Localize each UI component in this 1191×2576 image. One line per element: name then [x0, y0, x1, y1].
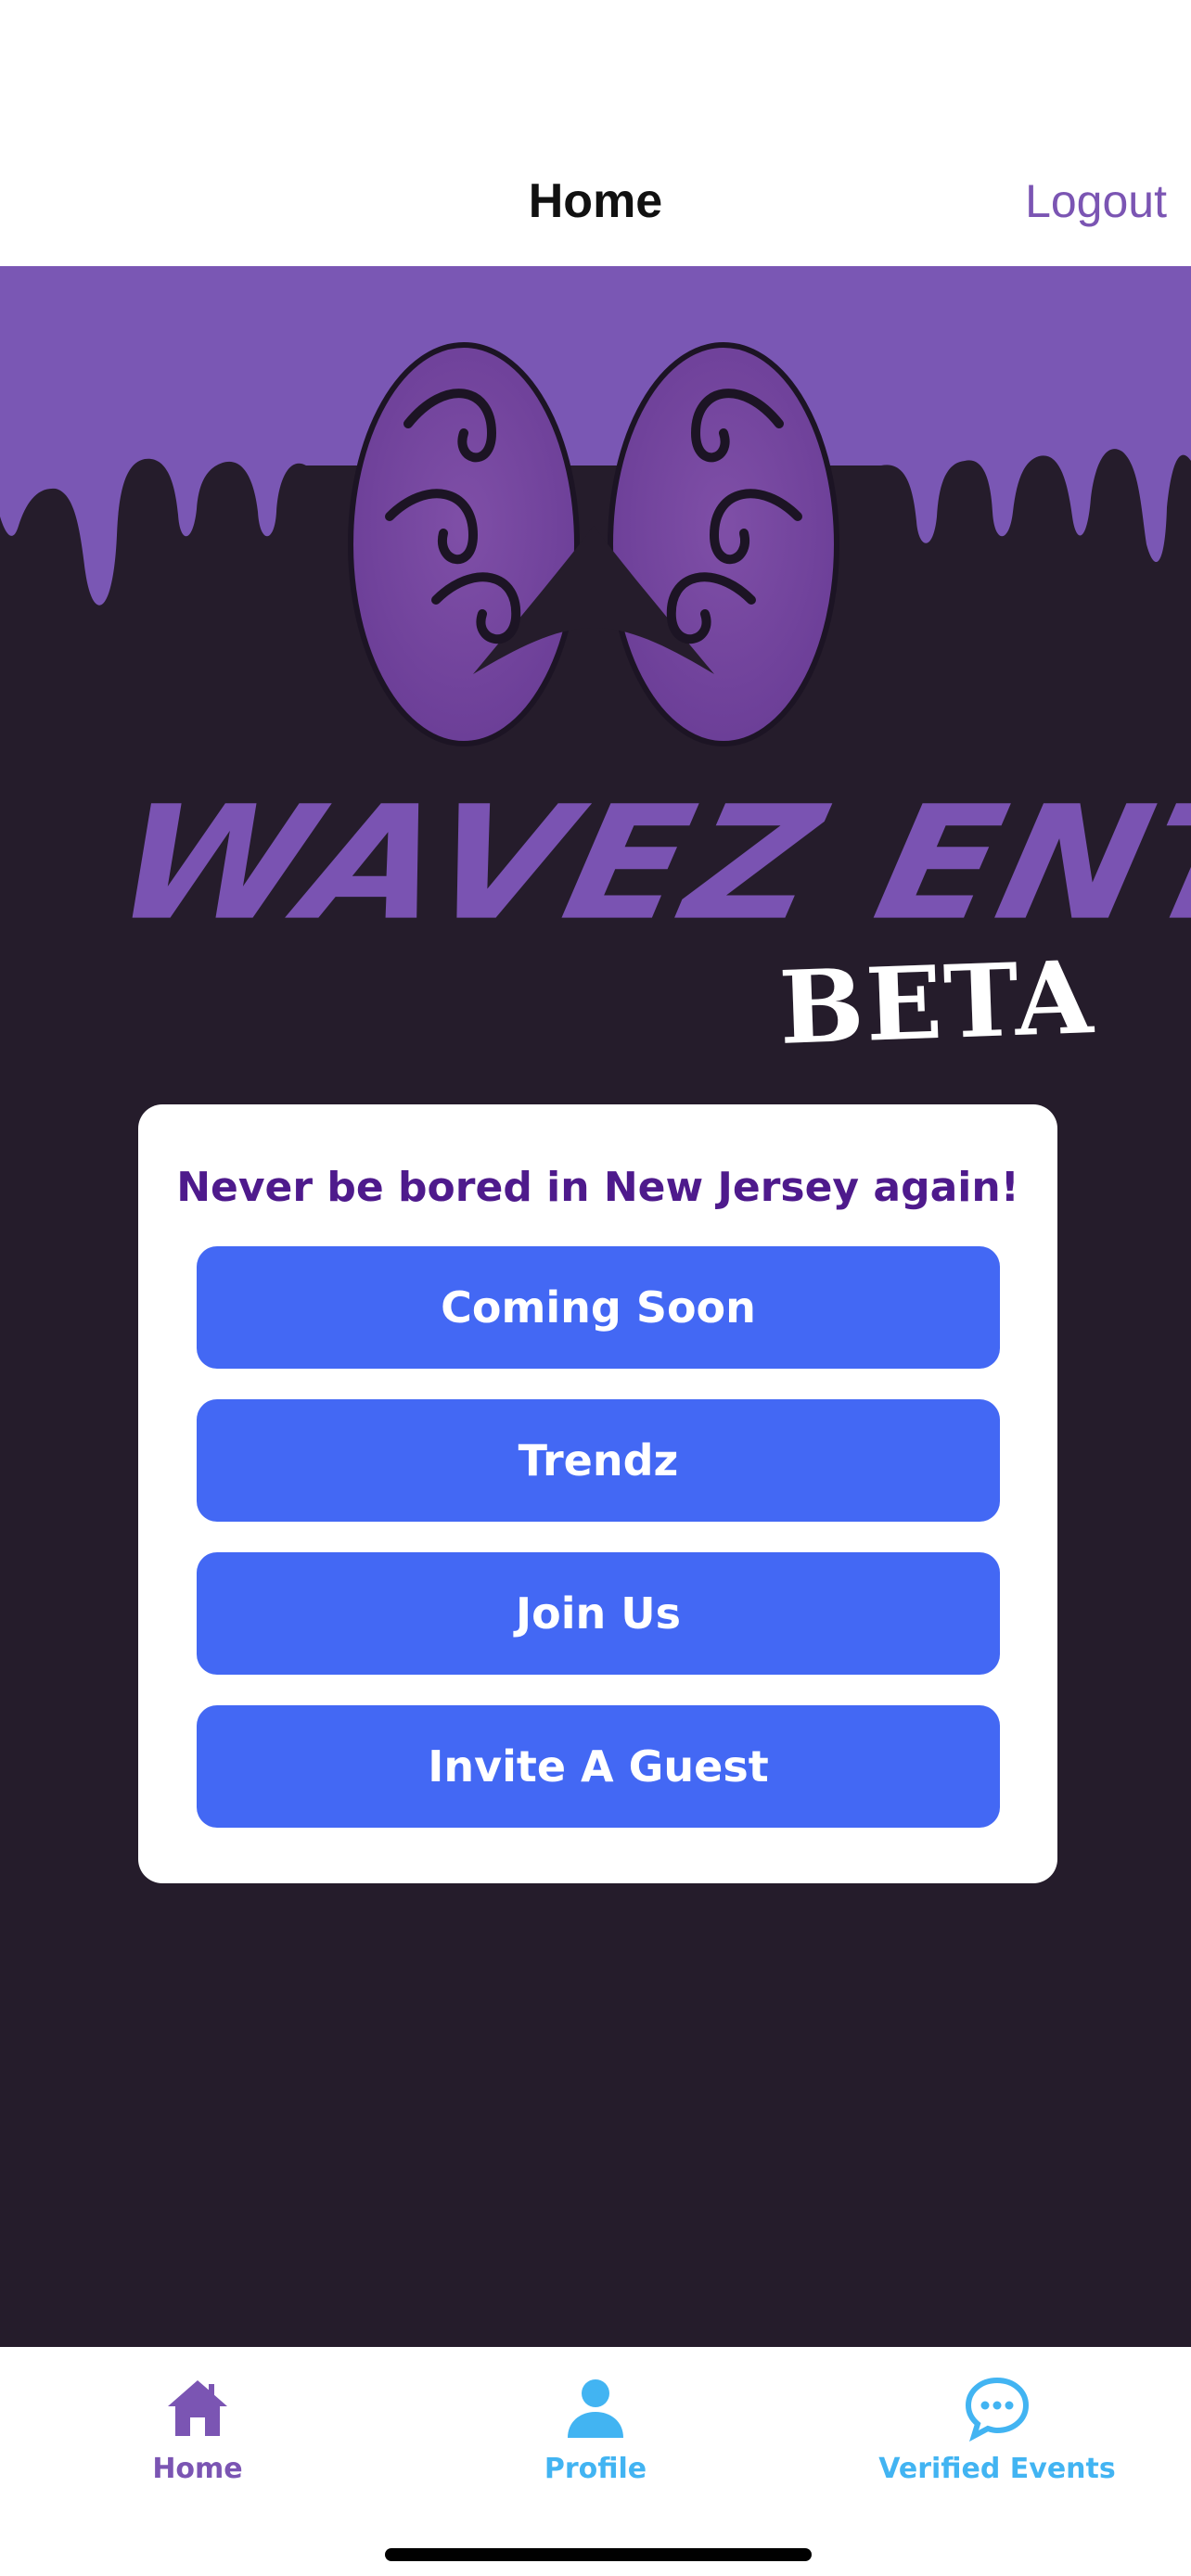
beta-badge: BETA — [776, 939, 1096, 1067]
invite-guest-button[interactable]: Invite A Guest — [197, 1705, 1000, 1828]
chat-bubble-icon — [965, 2377, 1030, 2442]
home-content: WAVEZ ENT BETA Never be bored in New Jer… — [0, 266, 1191, 2347]
tab-home-label: Home — [152, 2453, 243, 2485]
page-title: Home — [528, 174, 663, 228]
tab-home[interactable]: Home — [111, 2375, 284, 2505]
brand-wordmark: WAVEZ ENT — [100, 772, 1191, 956]
bottom-tab-bar: Home Profile Verified Events — [0, 2347, 1191, 2576]
app-screen: Home Logout WAVEZ ENT BETA Never be bore… — [0, 0, 1191, 2576]
tab-verified-events[interactable]: Verified Events — [872, 2375, 1122, 2505]
tab-verified-events-label: Verified Events — [878, 2453, 1116, 2485]
person-icon — [568, 2379, 623, 2438]
join-us-button[interactable]: Join Us — [197, 1552, 1000, 1675]
card-tagline: Never be bored in New Jersey again! — [176, 1164, 1019, 1211]
coming-soon-button[interactable]: Coming Soon — [197, 1246, 1000, 1369]
tab-profile[interactable]: Profile — [508, 2375, 683, 2505]
brand-logo-emblem — [348, 342, 839, 746]
logout-button[interactable]: Logout — [1025, 172, 1167, 231]
menu-card: Never be bored in New Jersey again! Comi… — [138, 1104, 1057, 1883]
top-navigation-bar: Home Logout — [0, 0, 1191, 266]
home-indicator-bar — [385, 2548, 812, 2561]
home-icon — [168, 2380, 227, 2436]
trendz-button[interactable]: Trendz — [197, 1399, 1000, 1522]
tab-profile-label: Profile — [544, 2453, 647, 2485]
